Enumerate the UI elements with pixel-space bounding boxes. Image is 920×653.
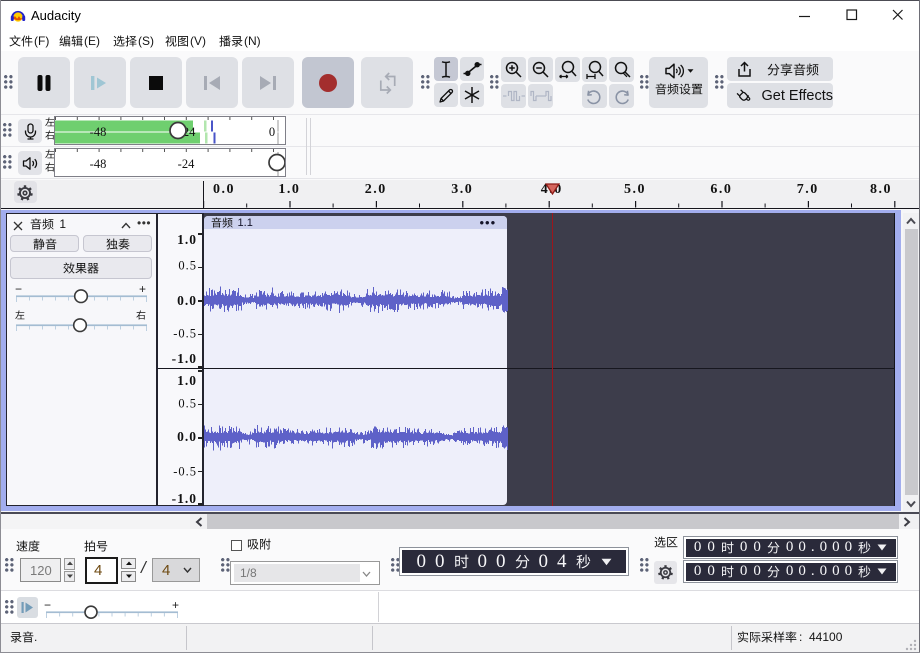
svg-text:-24: -24 <box>178 157 195 171</box>
svg-text:-48: -48 <box>90 157 107 171</box>
svg-text:0: 0 <box>269 125 275 139</box>
svg-text:-48: -48 <box>90 125 107 139</box>
